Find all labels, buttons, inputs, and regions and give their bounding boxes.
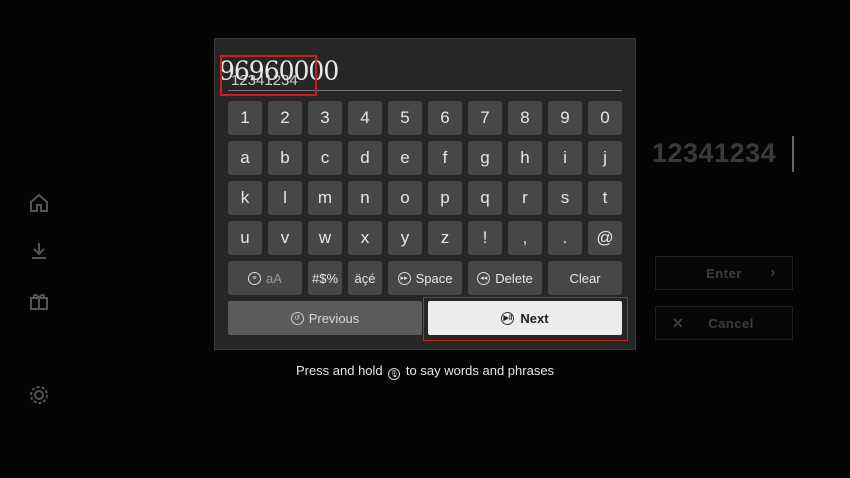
previous-label: Previous — [308, 310, 360, 326]
next-label: Next — [520, 310, 549, 326]
chevron-right-icon: › — [770, 264, 776, 281]
key-1[interactable]: 1 — [228, 101, 262, 135]
key-r[interactable]: r — [508, 181, 542, 215]
case-label: aA — [266, 270, 282, 286]
accents-key[interactable]: äçé — [348, 261, 382, 295]
key-2[interactable]: 2 — [268, 101, 302, 135]
voice-hint: Press and hold 🎙 to say words and phrase… — [0, 363, 850, 380]
cancel-button[interactable]: ✕ Cancel — [655, 306, 793, 340]
key-y[interactable]: y — [388, 221, 422, 255]
key-6[interactable]: 6 — [428, 101, 462, 135]
enter-button[interactable]: Enter › — [655, 256, 793, 290]
key-k[interactable]: k — [228, 181, 262, 215]
rewind-icon: ◂◂ — [477, 271, 491, 285]
key-8[interactable]: 8 — [508, 101, 542, 135]
key-3[interactable]: 3 — [308, 101, 342, 135]
key-l[interactable]: l — [268, 181, 302, 215]
previous-button[interactable]: ↺ Previous — [228, 301, 422, 335]
key-g[interactable]: g — [468, 141, 502, 175]
microphone-icon: 🎙 — [388, 368, 401, 380]
key-s[interactable]: s — [548, 181, 582, 215]
text-caret — [792, 136, 794, 172]
symbols-key[interactable]: #$% — [308, 261, 342, 295]
home-icon[interactable] — [26, 190, 52, 216]
key-m[interactable]: m — [308, 181, 342, 215]
download-icon[interactable] — [26, 238, 52, 264]
input-highlight-box — [220, 55, 317, 96]
case-toggle-key[interactable]: ≡ aA — [228, 261, 302, 295]
key-h[interactable]: h — [508, 141, 542, 175]
background-value: 12341234 — [652, 138, 777, 168]
key-d[interactable]: d — [348, 141, 382, 175]
key-z[interactable]: z — [428, 221, 462, 255]
back-icon: ↺ — [290, 311, 304, 325]
key-p[interactable]: p — [428, 181, 462, 215]
key-c[interactable]: c — [308, 141, 342, 175]
key-j[interactable]: j — [588, 141, 622, 175]
key-@[interactable]: @ — [588, 221, 622, 255]
delete-key[interactable]: ◂◂ Delete — [468, 261, 542, 295]
key-0[interactable]: 0 — [588, 101, 622, 135]
menu-button-icon: ≡ — [248, 271, 262, 285]
key-o[interactable]: o — [388, 181, 422, 215]
key-b[interactable]: b — [268, 141, 302, 175]
key-u[interactable]: u — [228, 221, 262, 255]
key-v[interactable]: v — [268, 221, 302, 255]
key-t[interactable]: t — [588, 181, 622, 215]
key-9[interactable]: 9 — [548, 101, 582, 135]
key-.[interactable]: . — [548, 221, 582, 255]
key-e[interactable]: e — [388, 141, 422, 175]
hint-prefix: Press and hold — [295, 363, 383, 378]
next-button[interactable]: ▶‖ Next — [428, 301, 622, 335]
key-4[interactable]: 4 — [348, 101, 382, 135]
key-![interactable]: ! — [468, 221, 502, 255]
gear-icon[interactable] — [26, 382, 52, 408]
space-label: Space — [415, 270, 453, 286]
enter-label: Enter — [706, 265, 742, 281]
key-x[interactable]: x — [348, 221, 382, 255]
delete-label: Delete — [495, 270, 533, 286]
fast-forward-icon: ▸▸ — [397, 271, 411, 285]
key-i[interactable]: i — [548, 141, 582, 175]
key-n[interactable]: n — [348, 181, 382, 215]
clear-key[interactable]: Clear — [548, 261, 622, 295]
play-pause-icon: ▶‖ — [501, 311, 515, 325]
key-,[interactable]: , — [508, 221, 542, 255]
key-a[interactable]: a — [228, 141, 262, 175]
accents-label: äçé — [354, 270, 376, 286]
cancel-label: Cancel — [708, 315, 754, 331]
symbols-label: #$% — [311, 270, 339, 286]
key-f[interactable]: f — [428, 141, 462, 175]
gift-icon[interactable] — [26, 288, 52, 314]
key-5[interactable]: 5 — [388, 101, 422, 135]
hint-suffix: to say words and phrases — [405, 363, 555, 378]
key-7[interactable]: 7 — [468, 101, 502, 135]
space-key[interactable]: ▸▸ Space — [388, 261, 462, 295]
key-q[interactable]: q — [468, 181, 502, 215]
close-icon: ✕ — [672, 314, 685, 331]
clear-label: Clear — [569, 270, 601, 286]
key-w[interactable]: w — [308, 221, 342, 255]
